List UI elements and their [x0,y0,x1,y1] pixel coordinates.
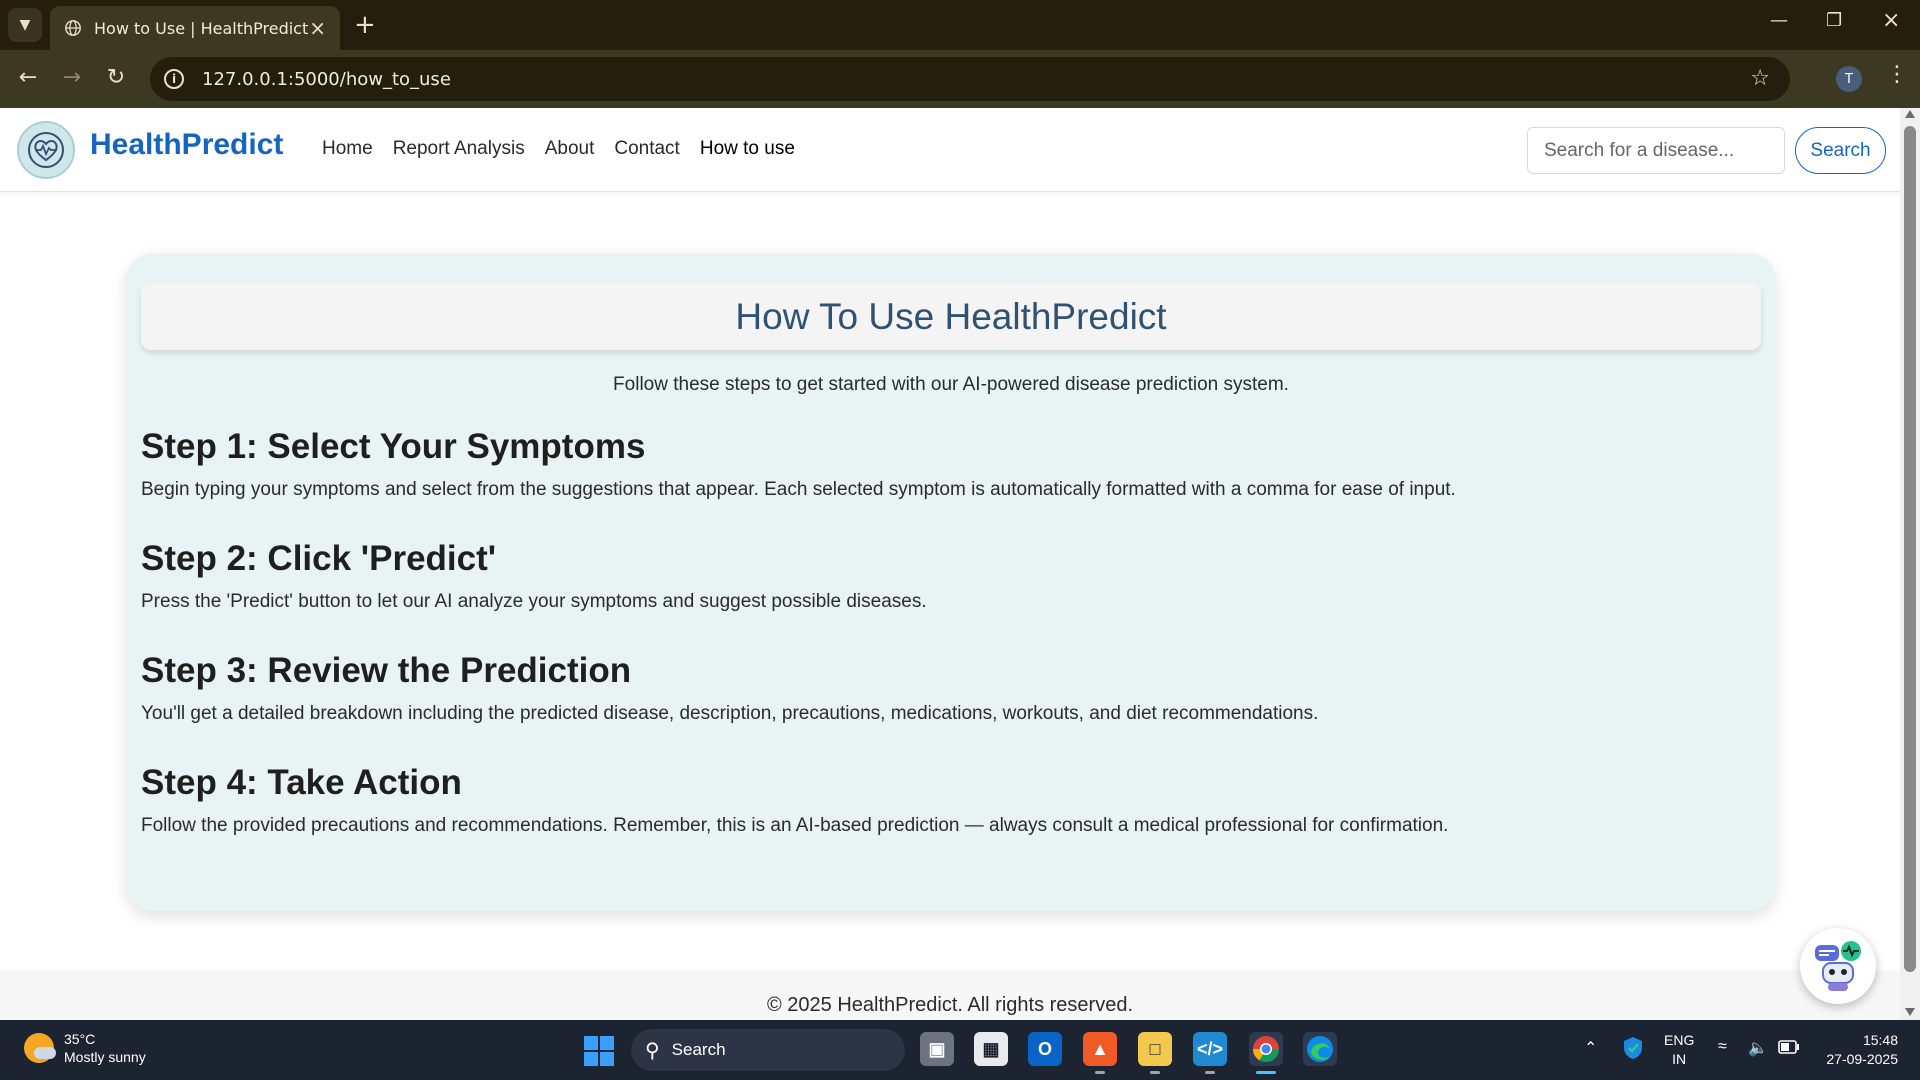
wifi-icon[interactable]: ≈ [1718,1038,1727,1056]
show-hidden-icons-chevron-icon[interactable]: ⌃ [1584,1038,1597,1058]
windows-taskbar: 35°C Mostly sunny ⚲ Search ▣ ▦ O ▲ □ </>… [0,1020,1920,1080]
nav-report-analysis[interactable]: Report Analysis [393,138,525,160]
nav-home[interactable]: Home [322,138,373,160]
language-indicator[interactable]: ENG IN [1664,1031,1694,1069]
microsoft-store-icon[interactable]: ▦ [974,1032,1008,1066]
how-to-use-card: How To Use HealthPredict Follow these st… [126,253,1776,911]
forward-button[interactable]: → [58,66,86,90]
heart-pulse-logo-icon[interactable] [17,121,75,179]
chatbot-launcher-button[interactable] [1800,928,1876,1004]
new-tab-button[interactable]: + [354,12,376,38]
step-description: Follow the provided precautions and reco… [141,815,1449,836]
chevron-down-icon: ▼ [19,17,31,33]
chrome-icon[interactable] [1249,1032,1283,1074]
scroll-down-arrow-icon[interactable] [1905,1008,1915,1016]
brave-browser-icon[interactable]: ▲ [1083,1032,1117,1074]
main-nav: Home Report Analysis About Contact How t… [322,138,795,160]
taskbar-search-box[interactable]: ⚲ Search [631,1029,905,1071]
step-title: Step 2: Click 'Predict' [141,539,497,578]
disease-search-input[interactable] [1527,127,1785,174]
system-clock[interactable]: 15:48 27-09-2025 [1818,1031,1898,1069]
back-button[interactable]: ← [14,66,42,90]
step-1: Step 1: Select Your Symptoms Begin typin… [141,427,1761,501]
profile-avatar[interactable]: T [1836,66,1862,92]
reload-button[interactable]: ↻ [102,66,130,90]
search-button[interactable]: Search [1795,127,1886,174]
task-view-icon[interactable]: ▣ [920,1032,954,1066]
minimize-window-button[interactable]: — [1770,10,1788,31]
step-description: Press the 'Predict' button to let our AI… [141,591,927,612]
step-4: Step 4: Take Action Follow the provided … [141,763,1761,837]
nav-about[interactable]: About [545,138,595,160]
nav-contact[interactable]: Contact [614,138,679,160]
speaker-icon[interactable]: 🔈 [1748,1038,1768,1058]
step-title: Step 3: Review the Prediction [141,651,632,690]
close-window-button[interactable]: × [1882,8,1900,33]
browser-tab-strip: ▼ How to Use | HealthPredict × + — ❐ × [0,0,1920,50]
clock-date: 27-09-2025 [1826,1051,1898,1067]
clock-time: 15:48 [1862,1032,1898,1048]
intro-text: Follow these steps to get started with o… [613,374,1289,395]
taskbar-search-label: Search [671,1040,726,1059]
brand-name[interactable]: HealthPredict [90,128,283,162]
copyright-text: © 2025 HealthPredict. All rights reserve… [766,994,1134,1016]
restore-window-button[interactable]: ❐ [1826,10,1842,31]
close-tab-icon[interactable]: × [309,16,326,40]
search-icon: ⚲ [645,1039,660,1062]
tab-title: How to Use | HealthPredict [94,18,309,38]
card-header: How To Use HealthPredict [141,283,1761,350]
page-viewport: HealthPredict Home Report Analysis About… [0,108,1900,1020]
scroll-up-arrow-icon[interactable] [1905,110,1915,118]
robot-chat-icon [1815,941,1861,991]
globe-icon [65,20,81,36]
vscode-icon[interactable]: </> [1193,1032,1227,1074]
partly-sunny-icon [24,1033,56,1063]
nav-how-to-use[interactable]: How to use [700,138,795,160]
site-info-icon[interactable]: i [164,69,184,89]
site-navbar: HealthPredict Home Report Analysis About… [0,108,1900,192]
step-3: Step 3: Review the Prediction You'll get… [141,651,1761,725]
language-region: IN [1672,1051,1687,1067]
edge-icon[interactable] [1303,1032,1337,1066]
bookmark-star-icon[interactable]: ☆ [1750,66,1770,91]
file-explorer-icon[interactable]: □ [1138,1032,1172,1074]
browser-toolbar: ← → ↻ i 127.0.0.1:5000/how_to_use ☆ [0,50,1920,108]
outlook-icon[interactable]: O [1028,1032,1062,1066]
weather-temperature: 35°C [64,1031,96,1047]
language-code: ENG [1664,1032,1695,1048]
address-url[interactable]: 127.0.0.1:5000/how_to_use [202,69,451,90]
tab-search-dropdown-button[interactable]: ▼ [8,8,42,42]
step-title: Step 1: Select Your Symptoms [141,427,646,466]
page-scrollbar[interactable] [1900,108,1920,1020]
step-title: Step 4: Take Action [141,763,462,802]
step-description: You'll get a detailed breakdown includin… [141,703,1319,724]
step-description: Begin typing your symptoms and select fr… [141,479,1456,500]
battery-icon[interactable] [1778,1040,1800,1059]
scrollbar-thumb[interactable] [1904,126,1916,972]
weather-widget[interactable]: 35°C Mostly sunny [24,1030,146,1066]
weather-description: Mostly sunny [64,1049,146,1065]
step-2: Step 2: Click 'Predict' Press the 'Predi… [141,539,1761,613]
site-footer: © 2025 HealthPredict. All rights reserve… [0,970,1900,1020]
browser-menu-icon[interactable]: ⋮ [1886,62,1908,87]
browser-tab-active[interactable]: How to Use | HealthPredict × [50,6,340,50]
address-bar[interactable]: i 127.0.0.1:5000/how_to_use ☆ [150,57,1790,101]
defender-shield-icon[interactable] [1622,1036,1644,1065]
page-title: How To Use HealthPredict [735,295,1167,337]
windows-start-icon[interactable] [584,1036,614,1066]
